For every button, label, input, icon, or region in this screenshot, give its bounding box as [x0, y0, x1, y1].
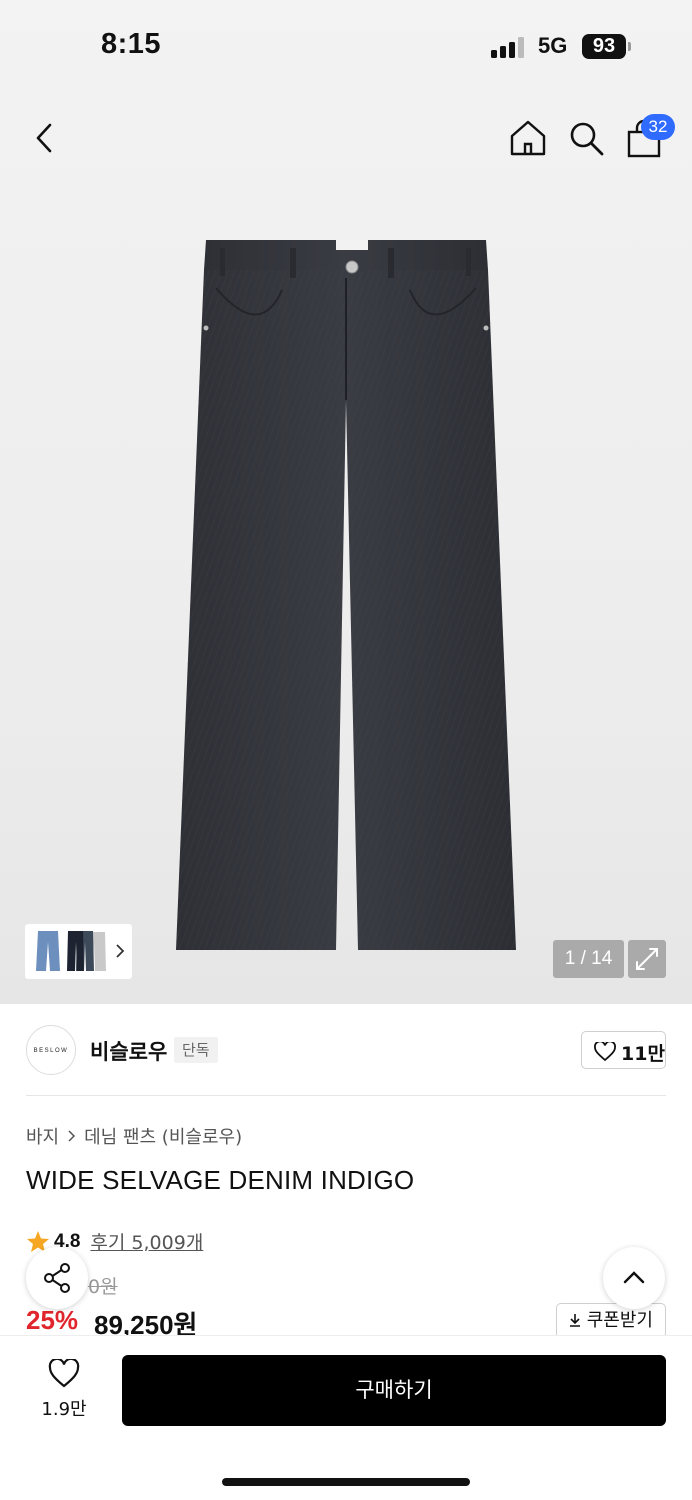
search-icon[interactable]: [567, 119, 605, 157]
discount-rate: 25%: [26, 1305, 79, 1335]
product-hero: 8:15 5G 93 32 1 / 14: [0, 0, 692, 1004]
breadcrumb: 바지 데님 팬츠 (비슬로우): [26, 1123, 242, 1149]
brand-like-button[interactable]: 11만: [581, 1031, 666, 1069]
original-price: 0원: [88, 1276, 118, 1298]
brand-name[interactable]: 비슬로우: [90, 1036, 167, 1066]
back-icon[interactable]: [30, 120, 62, 156]
breadcrumb-category[interactable]: 바지: [26, 1123, 59, 1149]
wishlist-count: 1.9만: [41, 1399, 87, 1420]
heart-icon: [48, 1359, 80, 1388]
network-type: 5G: [538, 33, 568, 58]
thumbnail-dark-jeans[interactable]: [67, 930, 107, 972]
share-icon: [44, 1263, 70, 1293]
buy-button[interactable]: 구매하기: [122, 1355, 666, 1426]
expand-icon[interactable]: [628, 940, 666, 978]
home-indicator: [222, 1478, 470, 1486]
product-title: WIDE SELVAGE DENIM INDIGO: [26, 1165, 415, 1195]
divider: [26, 1095, 666, 1096]
scroll-top-button[interactable]: [603, 1247, 665, 1309]
chevron-up-icon: [623, 1271, 645, 1284]
coupon-label: 쿠폰받기: [586, 1310, 653, 1331]
top-nav: [0, 110, 692, 166]
chevron-right-icon: [68, 1130, 76, 1142]
cart-count-badge: 32: [641, 114, 675, 140]
status-time: 8:15: [101, 28, 162, 60]
download-icon: [570, 1314, 580, 1327]
brand-like-count: 11만: [621, 1043, 665, 1065]
brand-logo-text: BESLOW: [33, 1048, 69, 1054]
coupon-button[interactable]: 쿠폰받기: [556, 1303, 666, 1339]
home-icon[interactable]: [509, 119, 547, 157]
image-page-counter: 1 / 14: [553, 940, 624, 978]
signal-icon: [491, 36, 525, 58]
wishlist-button[interactable]: 1.9만: [26, 1357, 102, 1423]
breadcrumb-subcategory[interactable]: 데님 팬츠 (비슬로우): [84, 1123, 242, 1149]
battery-tip: [628, 42, 631, 51]
brand-logo[interactable]: BESLOW: [26, 1025, 76, 1075]
heart-icon: [594, 1042, 616, 1062]
color-thumbnails[interactable]: [25, 924, 132, 979]
review-count-link[interactable]: 후기 5,009개: [90, 1228, 203, 1255]
thumbnail-light-jeans[interactable]: [35, 930, 61, 972]
status-bar: 8:15 5G 93: [0, 0, 692, 90]
exclusive-badge: 단독: [174, 1037, 218, 1063]
chevron-right-icon[interactable]: [114, 942, 126, 960]
share-button[interactable]: [26, 1247, 88, 1309]
product-image[interactable]: [160, 230, 532, 970]
battery-icon: 93: [582, 34, 626, 59]
